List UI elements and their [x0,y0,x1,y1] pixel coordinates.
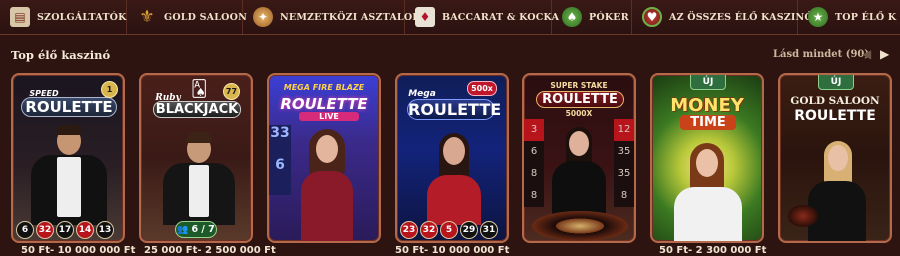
nav-item-label: NEMZETKÖZI ASZTALOK [280,11,421,23]
nav-item-label: BACCARAT & KOCKA [442,11,560,23]
nav-item-label: AZ ÖSSZES ÉLŐ KASZINÓ [669,11,813,23]
live-chip-icon: ♥ [642,7,662,27]
game-card-ruby-blackjack[interactable]: Ruby BLACKJACK 🂡 77 👥 6 / 7 [139,73,253,243]
nav-item-poker[interactable]: ♠ PÓKER [552,0,632,34]
game-card-super-stake-roulette[interactable]: SUPER STAKE ROULETTE 5000X 3688 12 35 35 8 [522,73,636,243]
game-card-mega-fire-blaze-roulette[interactable]: MEGA FIRE BLAZE ROULETTE LIVE 33 6 [267,73,381,243]
bet-limits: 25 000 Ft- 2 500 000 Ft [144,245,276,256]
nav-item-label: SZOLGÁLTATÓK [37,11,127,23]
multiplier-badge: 1 [101,81,118,98]
nav-item-top-live[interactable]: ★ TOP ÉLŐ K [798,0,900,34]
result-number: 5 [440,221,458,239]
table-number-badge: 77 [223,83,240,100]
game-logo-sub: LIVE [299,112,359,121]
nav-item-gold-saloon[interactable]: ⚜ GOLD SALOON [127,0,247,34]
bet-limits: 50 Ft- 10 000 000 Ft [395,245,510,256]
bet-limits: 50 Ft- 10 000 000 Ft [21,245,136,256]
seat-icon: 👥 [177,224,189,235]
game-logo-top: Mega [408,89,436,99]
result-number: 23 [400,221,418,239]
game-card-mega-roulette[interactable]: Mega ROULETTE 500x 23 32 5 29 31 [395,73,509,243]
seats-count: 6 / 7 [191,224,215,235]
new-badge: ÚJ [818,75,854,90]
result-number: 29 [460,221,478,239]
result-number: 6 [16,221,34,239]
category-nav: ▤ SZOLGÁLTATÓK ⚜ GOLD SALOON ✦ NEMZETKÖZ… [0,0,900,35]
game-logo-main: ROULETTE [280,95,368,113]
fleur-de-lis-icon: ⚜ [139,7,155,27]
game-logo-main: ROULETTE [794,108,876,124]
section-title: Top élő kaszinó [11,48,111,62]
coin-icon: ✦ [253,7,273,27]
game-logo-main: ROULETTE [407,99,502,120]
multiplier-badge: 500x [467,81,497,96]
see-all-link[interactable]: Lásd mindet (90) [773,49,869,60]
game-logo-main: BLACKJACK [153,101,241,118]
game-card-speed-roulette[interactable]: SPEED ROULETTE 1 6 32 17 14 13 [11,73,125,243]
poker-chip-icon: ♠ [562,7,582,27]
result-number: 32 [420,221,438,239]
cards-icon: ♦ [415,7,435,27]
number-board: 3688 [524,119,544,207]
nav-item-label: TOP ÉLŐ K [835,11,897,23]
carousel-prev-button[interactable]: ◀ [862,47,871,61]
result-number: 17 [56,221,74,239]
new-badge: ÚJ [690,75,726,90]
game-logo-top: GOLD SALOON [790,95,880,107]
game-logo-main: TIME [680,115,736,130]
result-number: 32 [36,221,54,239]
nav-item-all-live-casino[interactable]: ♥ AZ ÖSSZES ÉLŐ KASZINÓ [632,0,813,34]
number-board: 33 6 [269,125,291,195]
recent-results: 23 32 5 29 31 [400,221,498,239]
nav-item-international-tables[interactable]: ✦ NEMZETKÖZI ASZTALOK [243,0,421,34]
roulette-wheel [788,205,818,227]
nav-item-label: PÓKER [589,11,629,23]
game-card-gold-saloon-roulette[interactable]: ÚJ GOLD SALOON ROULETTE [778,73,892,243]
result-number: 13 [96,221,114,239]
game-logo-top: MEGA FIRE BLAZE [283,83,365,92]
book-icon: ▤ [10,7,30,27]
game-logo-top: SUPER STAKE [550,81,608,90]
game-logo-top: MONEY [670,95,744,116]
result-number: 31 [480,221,498,239]
seats-available: 👥 6 / 7 [175,221,217,238]
nav-item-providers[interactable]: ▤ SZOLGÁLTATÓK [0,0,127,34]
game-logo-sub: 5000X [565,109,593,118]
carousel-next-button[interactable]: ▶ [880,47,889,61]
game-card-money-time[interactable]: ÚJ MONEY TIME [650,73,764,243]
game-logo-main: ROULETTE [21,97,117,117]
recent-results: 6 32 17 14 13 [16,221,114,239]
roulette-wheel [532,211,628,241]
playing-cards-icon: 🂡 [191,79,208,98]
top-chip-icon: ★ [808,7,828,27]
nav-item-label: GOLD SALOON [164,11,247,23]
bet-limits: 50 Ft- 2 300 000 Ft [659,245,767,256]
game-logo-main: ROULETTE [536,91,624,108]
result-number: 14 [76,221,94,239]
number-board-right: 12 35 35 8 [614,119,634,207]
nav-item-baccarat-dice[interactable]: ♦ BACCARAT & KOCKA [405,0,559,34]
